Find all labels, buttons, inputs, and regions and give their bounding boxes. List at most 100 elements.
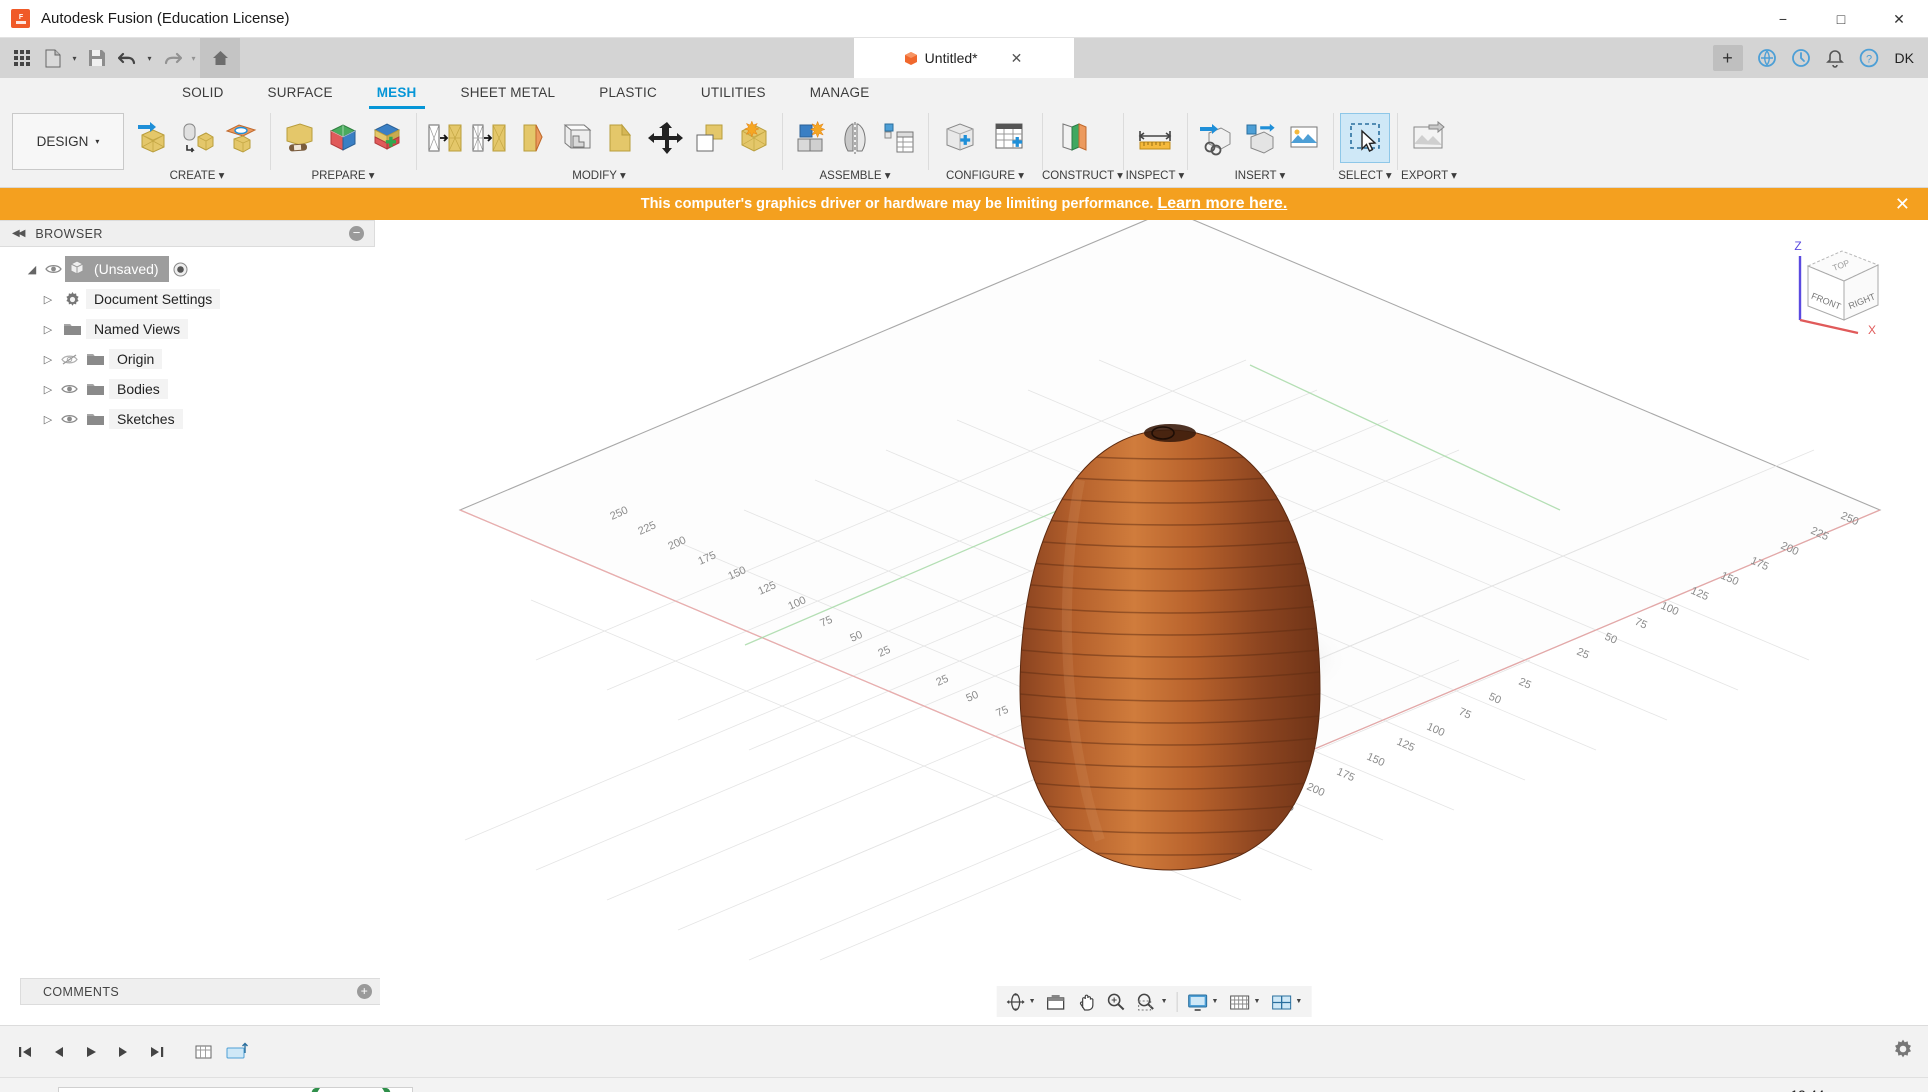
- joint-table-icon[interactable]: [877, 113, 921, 163]
- clock[interactable]: 12:44 31-05-2024: [1765, 1086, 1850, 1092]
- timeline-settings-button[interactable]: [1892, 1038, 1914, 1065]
- add-tab-button[interactable]: +: [1712, 45, 1743, 71]
- notification-close-icon[interactable]: ✕: [1895, 195, 1910, 213]
- pan-icon[interactable]: [1071, 988, 1101, 1016]
- play-icon[interactable]: [76, 1037, 106, 1067]
- copilot-icon[interactable]: PRE: [1890, 1086, 1920, 1092]
- reduce-icon[interactable]: [467, 113, 511, 163]
- chevron-down-icon[interactable]: ▼: [1212, 998, 1219, 1005]
- tree-expand-arrow[interactable]: ▷: [38, 383, 58, 396]
- measure-icon[interactable]: [1130, 113, 1180, 163]
- chrome-icon[interactable]: [675, 1080, 723, 1092]
- ribbon-tab-utilities[interactable]: UTILITIES: [679, 78, 788, 109]
- chevron-down-icon[interactable]: ▼: [1161, 998, 1168, 1005]
- select-window-icon[interactable]: [1339, 113, 1390, 163]
- go-to-end-icon[interactable]: [142, 1037, 172, 1067]
- fusion-icon[interactable]: F: [725, 1080, 773, 1092]
- create-mesh-icon[interactable]: [131, 113, 175, 163]
- redo-caret-icon[interactable]: ▾: [187, 41, 200, 75]
- tree-row-sketches[interactable]: ▷ Sketches: [0, 404, 380, 434]
- segment-mesh-icon[interactable]: [321, 113, 365, 163]
- add-comment-button[interactable]: +: [357, 984, 372, 999]
- maximize-button[interactable]: □: [1812, 0, 1870, 38]
- undo-caret-icon[interactable]: ▾: [143, 41, 156, 75]
- configuration-table-icon[interactable]: [985, 113, 1035, 163]
- panel-label-select[interactable]: SELECT ▾: [1333, 167, 1397, 188]
- redo-icon[interactable]: [156, 41, 187, 75]
- search-input[interactable]: Type here to search: [58, 1086, 413, 1092]
- job-status-icon[interactable]: [1785, 42, 1817, 74]
- bell-icon[interactable]: [1819, 42, 1851, 74]
- ribbon-tab-mesh[interactable]: MESH: [355, 78, 439, 109]
- panel-label-construct[interactable]: CONSTRUCT ▾: [1042, 167, 1123, 188]
- app-grid-icon[interactable]: [6, 41, 37, 75]
- close-button[interactable]: ✕: [1870, 0, 1928, 38]
- new-document-icon[interactable]: [37, 41, 68, 75]
- browser-minimize-button[interactable]: −: [349, 226, 364, 241]
- wifi-icon[interactable]: [1649, 1086, 1679, 1092]
- new-component-icon[interactable]: [789, 113, 833, 163]
- panel-label-inspect[interactable]: INSPECT ▾: [1123, 167, 1187, 188]
- go-to-start-icon[interactable]: [10, 1037, 40, 1067]
- panel-label-modify[interactable]: MODIFY ▾: [416, 167, 782, 188]
- radio-icon[interactable]: [169, 261, 192, 278]
- step-forward-icon[interactable]: [109, 1037, 139, 1067]
- create-mesh-section-icon[interactable]: [219, 113, 263, 163]
- separate-icon[interactable]: [731, 113, 775, 163]
- volume-icon[interactable]: [1681, 1086, 1711, 1092]
- edge-icon[interactable]: [525, 1080, 573, 1092]
- configuration-icon[interactable]: [935, 113, 985, 163]
- look-at-icon[interactable]: [1041, 988, 1071, 1016]
- chevron-down-icon[interactable]: ▼: [1029, 998, 1036, 1005]
- create-mesh-from-body-icon[interactable]: [175, 113, 219, 163]
- save-icon[interactable]: [81, 41, 112, 75]
- panel-label-export[interactable]: EXPORT ▾: [1397, 167, 1461, 188]
- panel-label-insert[interactable]: INSERT ▾: [1187, 167, 1333, 188]
- minimize-button[interactable]: −: [1754, 0, 1812, 38]
- erase-and-fill-icon[interactable]: [555, 113, 599, 163]
- panel-label-configure[interactable]: CONFIGURE ▾: [928, 167, 1042, 188]
- tray-expand-chevron-icon[interactable]: [1553, 1086, 1583, 1092]
- smooth-icon[interactable]: [599, 113, 643, 163]
- home-icon[interactable]: [200, 38, 240, 78]
- panel-label-prepare[interactable]: PREPARE ▾: [270, 167, 416, 188]
- remesh-icon[interactable]: [423, 113, 467, 163]
- ribbon-tab-sheet-metal[interactable]: SHEET METAL: [439, 78, 578, 109]
- tree-expand-arrow[interactable]: ◢: [22, 263, 42, 276]
- grid-snap-icon[interactable]: ▼: [1223, 988, 1265, 1016]
- tree-expand-arrow[interactable]: ▷: [38, 413, 58, 426]
- help-badge-icon[interactable]: ?: [1323, 1086, 1353, 1092]
- make-closed-mesh-icon[interactable]: [511, 113, 555, 163]
- new-document-caret-icon[interactable]: ▾: [68, 41, 81, 75]
- ribbon-tab-solid[interactable]: SOLID: [160, 78, 246, 109]
- eye-off-icon[interactable]: [58, 353, 81, 366]
- ribbon-tab-plastic[interactable]: PLASTIC: [577, 78, 679, 109]
- step-back-icon[interactable]: [43, 1037, 73, 1067]
- tree-root-selected[interactable]: (Unsaved): [65, 256, 169, 282]
- eye-icon[interactable]: [58, 413, 81, 425]
- generate-face-groups-icon[interactable]: [365, 113, 409, 163]
- file-explorer-icon[interactable]: [575, 1080, 623, 1092]
- tree-row-origin[interactable]: ▷ Origin: [0, 344, 380, 374]
- viewport-3d[interactable]: 250 225 200 175 150 125 100 75 50 25 25 …: [380, 220, 1928, 1025]
- learn-more-link[interactable]: Learn more here.: [1157, 195, 1287, 213]
- ribbon-tab-manage[interactable]: MANAGE: [788, 78, 892, 109]
- panel-label-create[interactable]: CREATE ▾: [124, 167, 270, 188]
- ribbon-tab-surface[interactable]: SURFACE: [246, 78, 355, 109]
- offset-plane-icon[interactable]: [1049, 113, 1099, 163]
- move-copy-icon[interactable]: [643, 113, 687, 163]
- task-view-icon[interactable]: [425, 1080, 473, 1092]
- document-tab-close-icon[interactable]: ✕: [1011, 50, 1023, 67]
- zoom-icon[interactable]: [1101, 988, 1131, 1016]
- export-icon[interactable]: [1404, 113, 1454, 163]
- chevron-down-icon[interactable]: ▼: [1253, 998, 1260, 1005]
- tree-expand-arrow[interactable]: ▷: [38, 293, 58, 306]
- mirror-icon[interactable]: [833, 113, 877, 163]
- view-cube[interactable]: Z X TOP FRONT RIGHT: [1786, 228, 1896, 338]
- eye-icon[interactable]: [58, 383, 81, 395]
- display-settings-icon[interactable]: ▼: [1182, 988, 1224, 1016]
- viewports-icon[interactable]: ▼: [1265, 988, 1307, 1016]
- repair-mesh-icon[interactable]: [277, 113, 321, 163]
- chevron-down-icon[interactable]: ▼: [1295, 998, 1302, 1005]
- document-tab[interactable]: Untitled* ✕: [854, 38, 1074, 78]
